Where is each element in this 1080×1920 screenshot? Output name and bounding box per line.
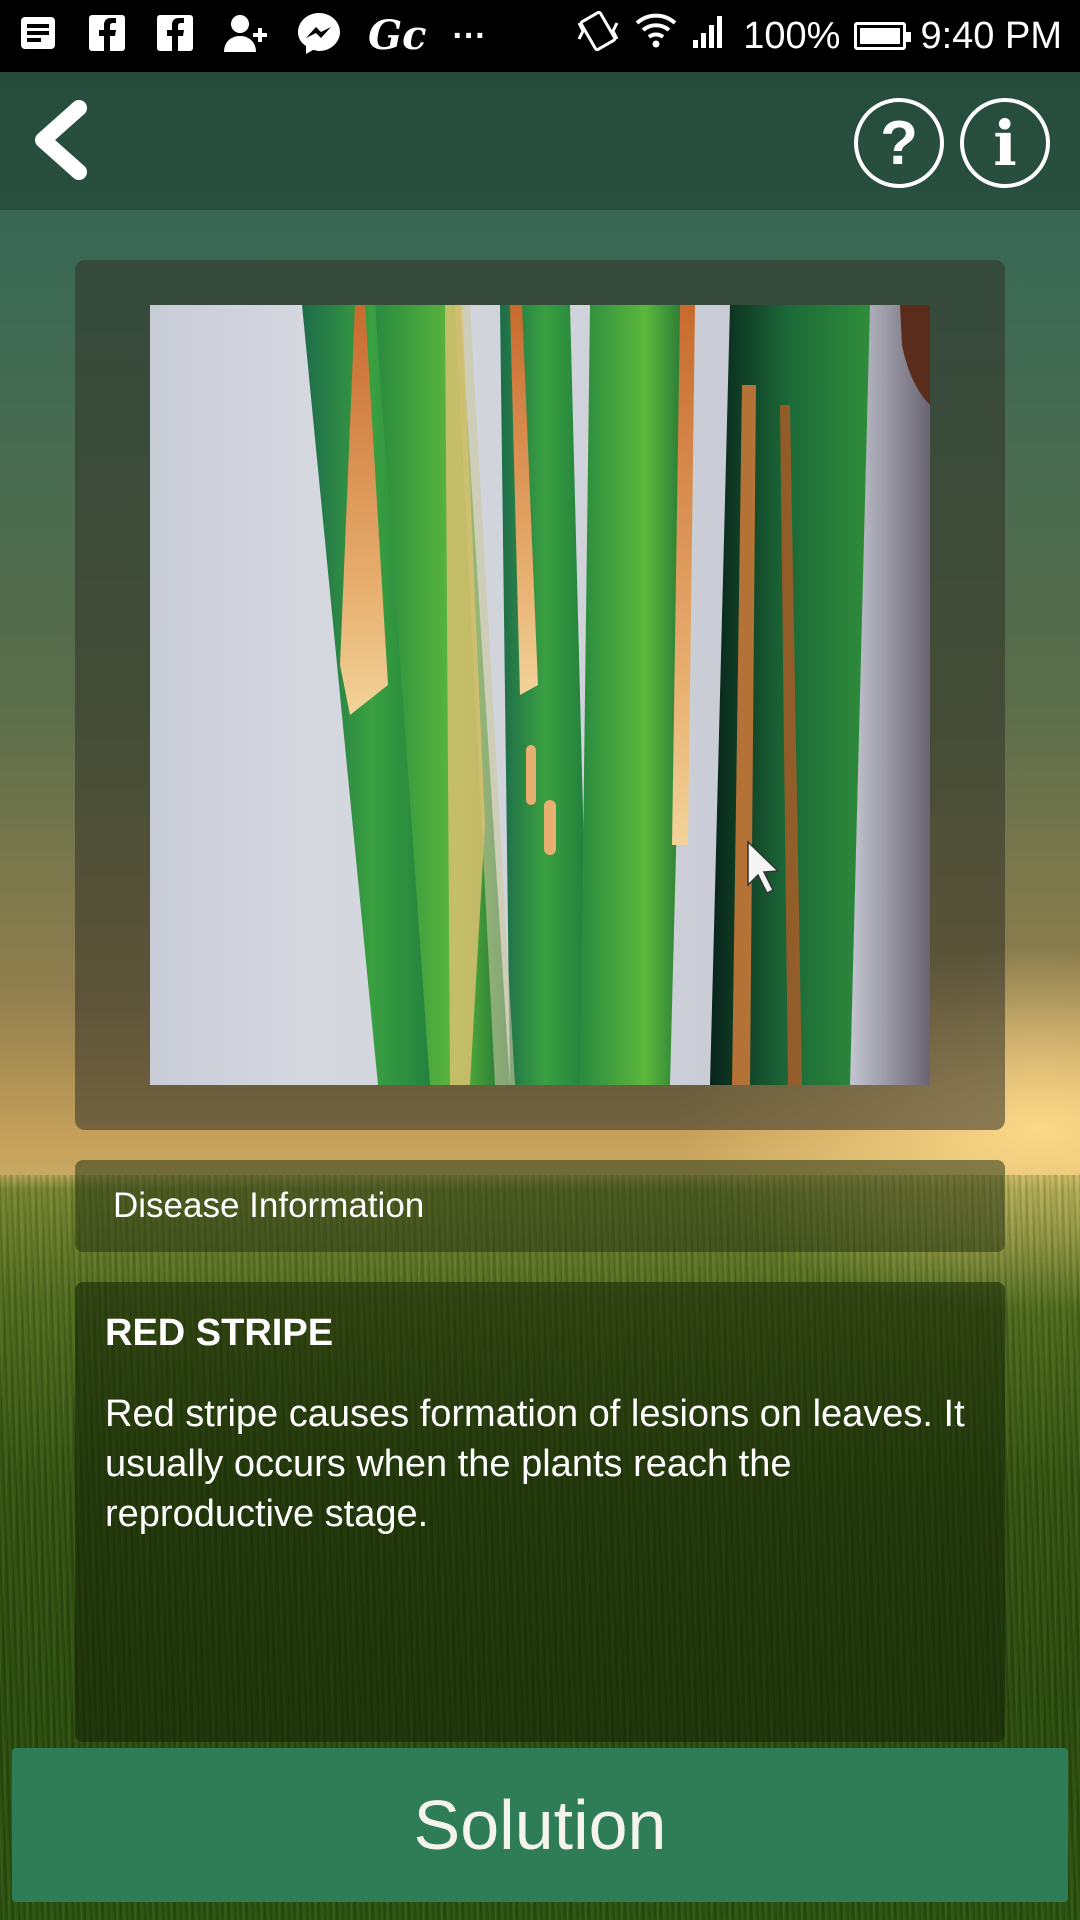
messenger-icon [296, 11, 342, 62]
back-button[interactable] [22, 92, 102, 188]
wifi-icon [635, 11, 677, 61]
more-notifications: ··· [452, 17, 487, 55]
news-icon [18, 12, 60, 61]
disease-description: Red stripe causes formation of lesions o… [105, 1393, 965, 1535]
battery-percentage: 100% [743, 14, 841, 57]
facebook-icon [86, 12, 128, 61]
battery-icon [854, 22, 912, 50]
gc-icon: Gc [368, 12, 427, 59]
notification-icons: Gc ··· [18, 11, 486, 62]
system-status: 100% 9:40 PM [575, 9, 1062, 63]
section-title: Disease Information [113, 1186, 425, 1225]
signal-icon [691, 12, 729, 60]
disease-image-card [75, 260, 1005, 1130]
facebook-icon [154, 12, 196, 61]
info-icon: i [993, 106, 1017, 180]
chevron-left-icon [35, 100, 87, 180]
help-icon: ? [880, 108, 918, 178]
disease-info-panel: RED STRIPE Red stripe causes formation o… [75, 1282, 1005, 1742]
app-header: ? i [0, 72, 1080, 210]
disease-photo [150, 305, 930, 1085]
help-button[interactable]: ? [854, 98, 944, 188]
solution-label: Solution [413, 1786, 667, 1864]
disease-name: RED STRIPE [105, 1312, 334, 1354]
vibrate-icon [575, 9, 621, 63]
add-contact-icon [222, 12, 270, 61]
section-header: Disease Information [75, 1160, 1005, 1252]
clock: 9:40 PM [920, 14, 1062, 57]
info-button[interactable]: i [960, 98, 1050, 188]
solution-button[interactable]: Solution [12, 1748, 1068, 1902]
status-bar: Gc ··· 100% 9:40 PM [0, 0, 1080, 72]
